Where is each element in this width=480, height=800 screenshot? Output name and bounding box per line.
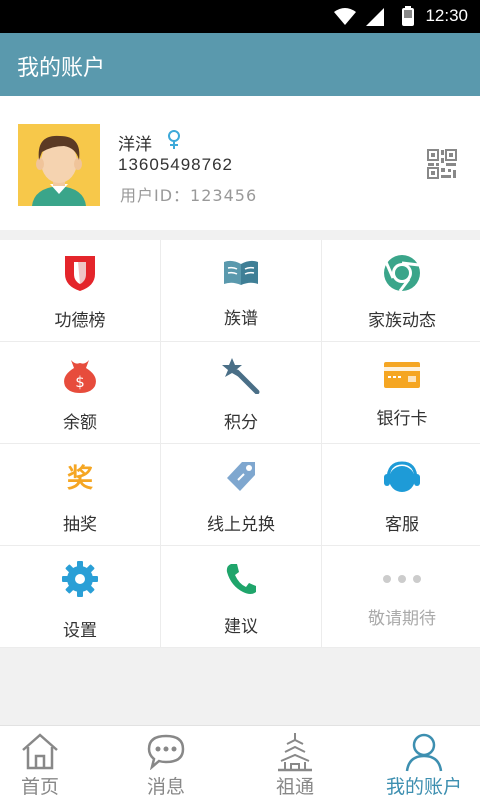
grid-label: 建议	[224, 617, 258, 637]
grid-label: 余额	[63, 413, 97, 433]
grid-item-bank-card[interactable]: 银行卡	[322, 342, 480, 443]
user-id: 用户ID：123456	[120, 186, 258, 205]
grid-label: 银行卡	[376, 409, 428, 429]
profile-card[interactable]: 洋洋 13605498762 用户ID：123456	[0, 96, 480, 230]
grid-label: 族谱	[224, 309, 258, 329]
grid-label: 功德榜	[54, 311, 106, 331]
gear-icon	[62, 561, 98, 597]
tab-label: 消息	[146, 776, 185, 798]
tag-icon	[227, 462, 255, 491]
grid-label: 客服	[385, 515, 419, 535]
grid-item-genealogy[interactable]: 族谱	[161, 240, 321, 341]
page-title: 我的账户	[17, 56, 106, 81]
tab-label: 祖通	[275, 776, 314, 798]
magic-wand-icon	[222, 358, 260, 394]
grid-label: 敬请期待	[368, 609, 436, 629]
status-time: 12:30	[425, 6, 468, 25]
tab-home[interactable]: 首页	[0, 726, 100, 800]
tower-icon	[278, 733, 312, 772]
female-icon	[168, 130, 180, 149]
grid-label: 积分	[224, 413, 258, 433]
user-name: 洋洋	[118, 135, 152, 155]
grid-item-lottery[interactable]: 奖 抽奖	[0, 444, 160, 545]
avatar[interactable]	[18, 124, 100, 206]
wifi-icon	[334, 8, 356, 25]
grid-item-support[interactable]: 客服	[322, 444, 480, 545]
chat-icon	[147, 734, 185, 770]
shield-icon	[65, 256, 95, 291]
grid-label: 线上兑换	[207, 515, 275, 535]
more-dots-icon	[383, 575, 421, 583]
grid-item-family-news[interactable]: 家族动态	[322, 240, 480, 341]
status-bar: 12:30	[0, 0, 480, 33]
qr-code-icon[interactable]	[426, 148, 458, 180]
grid-item-feedback[interactable]: 建议	[161, 546, 321, 647]
grid-label: 设置	[63, 621, 97, 641]
grid-item-merit[interactable]: 功德榜	[0, 240, 160, 341]
title-bar: 我的账户	[0, 33, 480, 96]
battery-icon	[402, 6, 414, 26]
grid-item-exchange[interactable]: 线上兑换	[161, 444, 321, 545]
grid-item-settings[interactable]: 设置	[0, 546, 160, 647]
tab-my-account[interactable]: 我的账户	[364, 726, 480, 800]
grid-label: 抽奖	[63, 515, 97, 535]
prize-icon: 奖	[67, 463, 94, 492]
user-phone: 13605498762	[118, 155, 234, 174]
bank-card-icon	[384, 362, 420, 388]
signal-icon	[366, 8, 384, 26]
feature-grid: 功德榜 族谱 家族动态 $ 余额 积分 银行卡 奖 抽奖 线上兑换 客服 设置	[0, 240, 480, 648]
grid-item-points[interactable]: 积分	[161, 342, 321, 443]
grid-item-balance[interactable]: $ 余额	[0, 342, 160, 443]
svg-text:$: $	[75, 373, 85, 391]
tab-label: 我的账户	[385, 776, 462, 798]
headset-icon	[384, 461, 420, 492]
book-icon	[224, 260, 258, 285]
tab-ancestry[interactable]: 祖通	[235, 726, 355, 800]
svg-text:奖: 奖	[67, 463, 94, 492]
phone-icon	[226, 564, 256, 594]
chrome-icon	[384, 255, 420, 292]
tab-label: 首页	[20, 776, 59, 798]
bottom-tab-bar: 首页 消息 祖通 我的账户	[0, 725, 480, 800]
grid-item-coming-soon: 敬请期待	[322, 546, 480, 647]
home-icon	[22, 733, 58, 770]
grid-label: 家族动态	[368, 311, 436, 331]
person-icon	[405, 733, 443, 772]
tab-messages[interactable]: 消息	[106, 726, 226, 800]
money-bag-icon: $	[64, 360, 96, 393]
